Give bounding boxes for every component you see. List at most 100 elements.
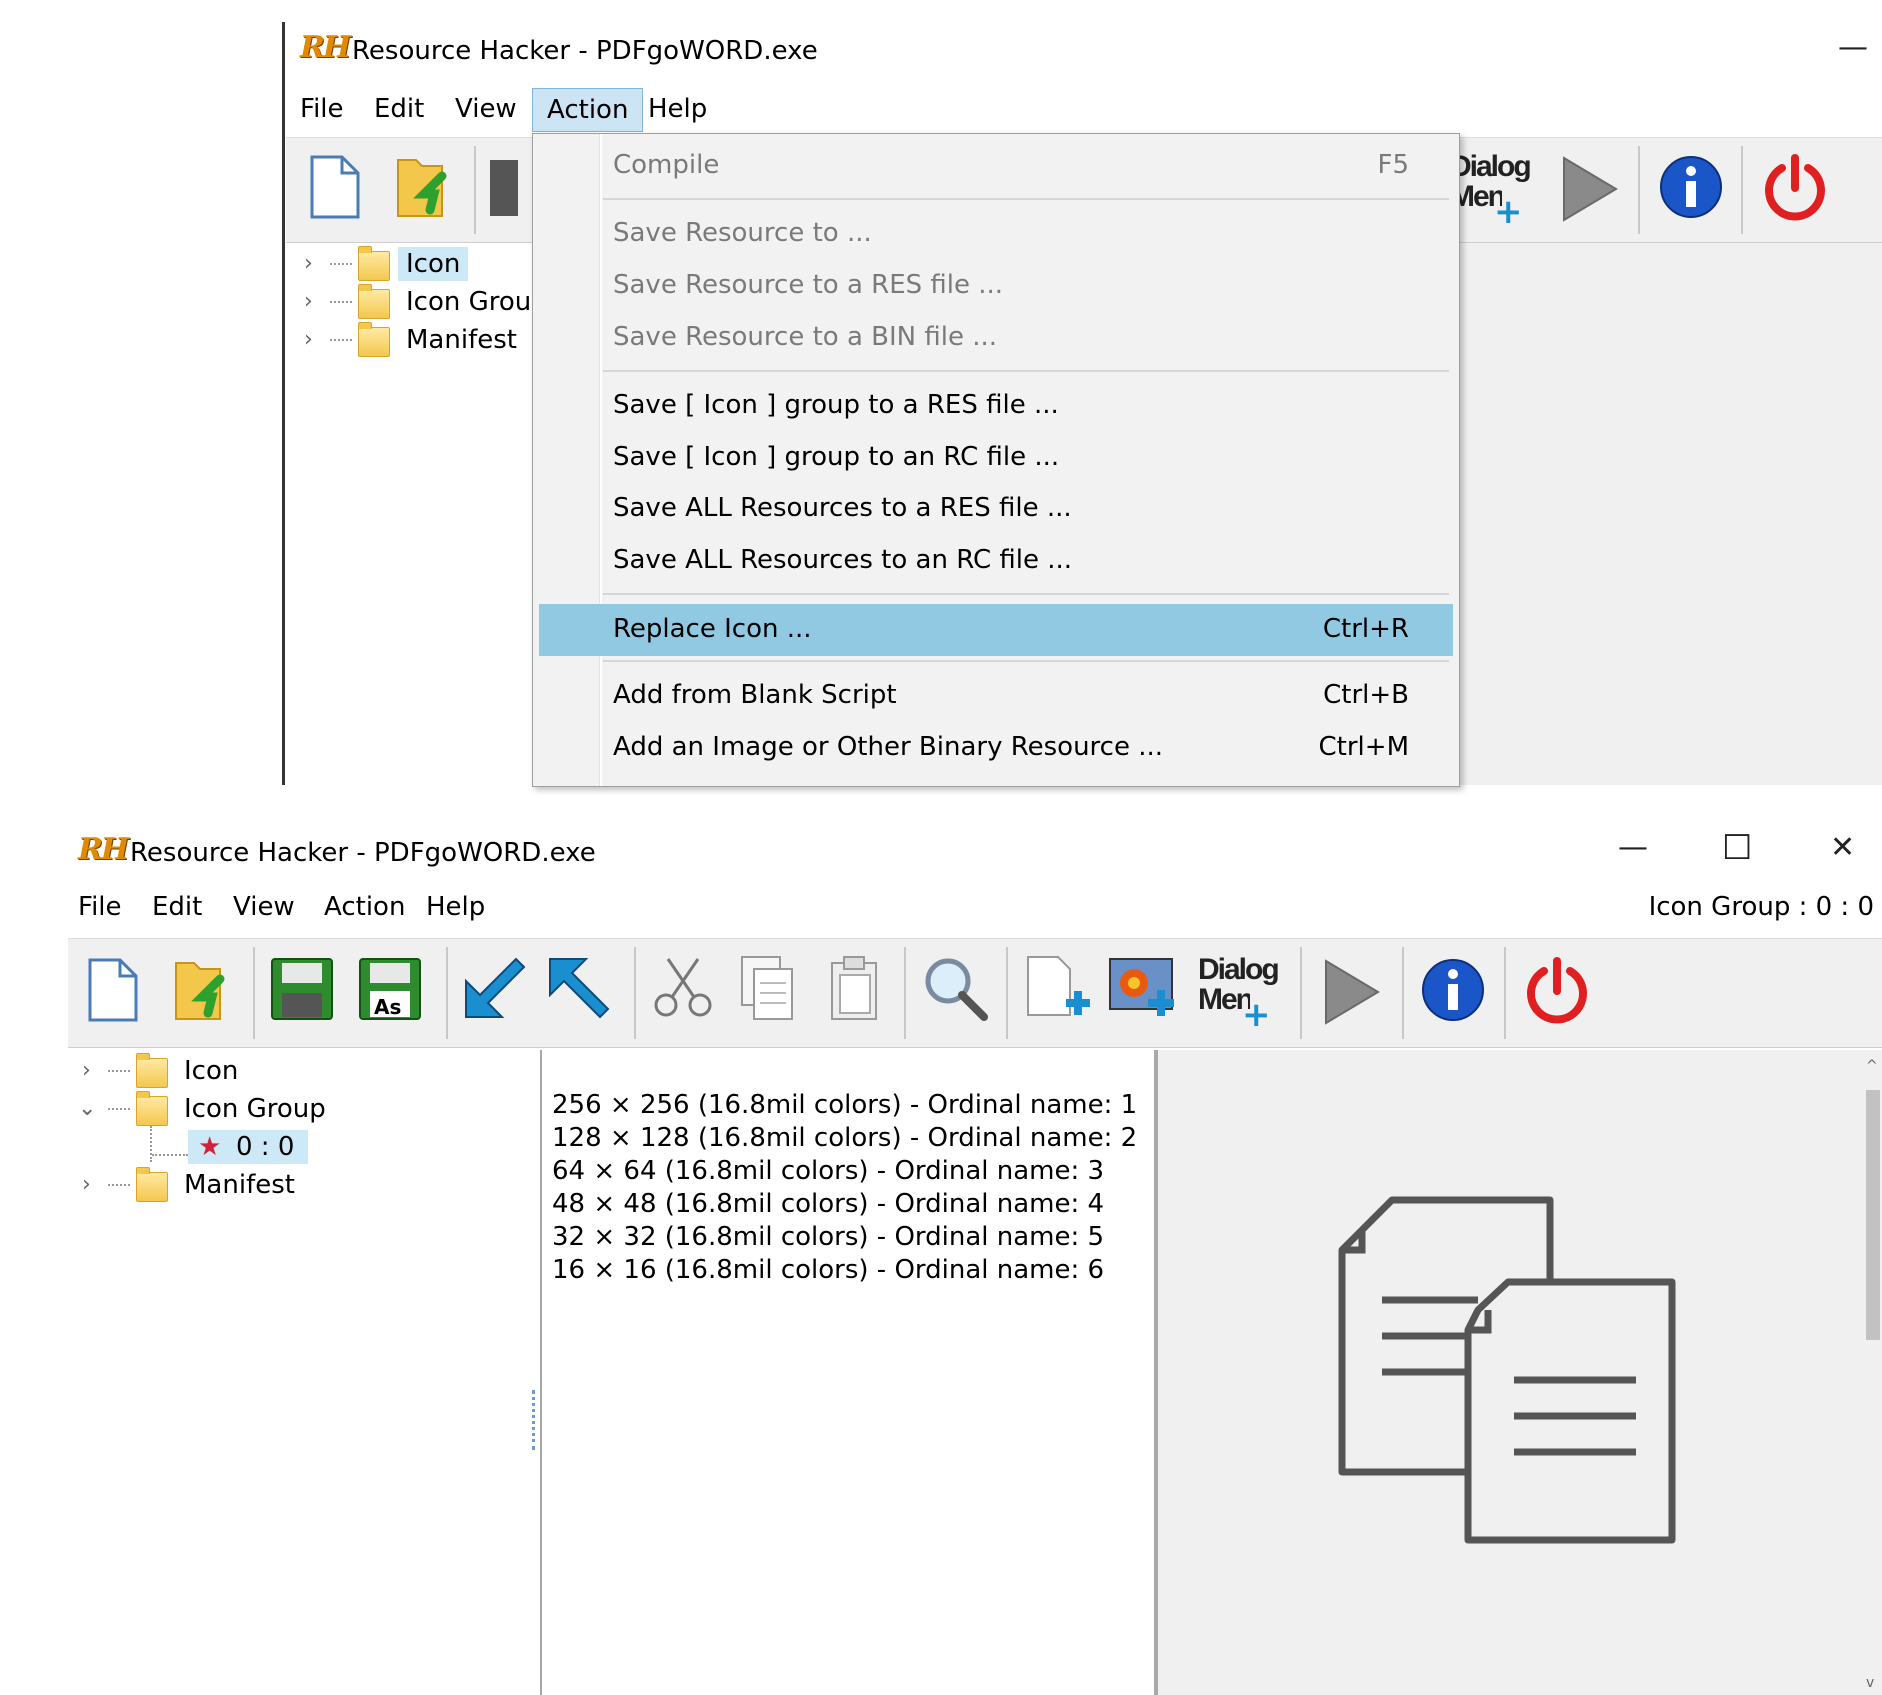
toolbar-separator: [1006, 947, 1008, 1039]
splitter-handle[interactable]: [532, 1390, 539, 1450]
tree-item-icon-group[interactable]: › Icon Grou: [286, 284, 536, 319]
save-button[interactable]: [270, 957, 334, 1025]
compile-button[interactable]: [462, 955, 528, 1025]
tree-item-manifest[interactable]: › Manifest: [286, 322, 536, 357]
menu-view[interactable]: View: [441, 88, 531, 130]
list-item[interactable]: 16 × 16 (16.8mil colors) - Ordinal name:…: [552, 1255, 1104, 1285]
tree-connector: [108, 1184, 130, 1186]
save-icon: [490, 160, 530, 216]
minimize-button[interactable]: —: [1838, 30, 1868, 65]
tree-item-manifest[interactable]: › Manifest: [68, 1167, 528, 1202]
scroll-down-arrow-icon[interactable]: v: [1866, 1675, 1874, 1691]
list-item[interactable]: 128 × 128 (16.8mil colors) - Ordinal nam…: [552, 1123, 1137, 1153]
toolbar-separator: [446, 947, 448, 1039]
tree-item-icon-group[interactable]: ⌄ Icon Group: [68, 1091, 528, 1126]
find-button[interactable]: [920, 953, 990, 1027]
new-resource-icon: [1027, 956, 1090, 1016]
exit-button[interactable]: [1760, 152, 1830, 226]
editor-area: [1458, 243, 1882, 785]
list-item[interactable]: 32 × 32 (16.8mil colors) - Ordinal name:…: [552, 1222, 1104, 1252]
menu-item-add-binary-resource[interactable]: Add an Image or Other Binary Resource ..…: [533, 724, 1459, 772]
info-icon: [1660, 156, 1722, 218]
plus-icon: +: [1494, 192, 1523, 232]
open-folder-icon: [175, 962, 225, 1020]
add-dialog-menu-button[interactable]: Dialog Menu +: [1198, 955, 1280, 1036]
chevron-right-icon: ›: [304, 327, 313, 352]
minimize-button[interactable]: —: [1618, 830, 1648, 865]
menu-item-save-group-res[interactable]: Save [ Icon ] group to a RES file ...: [533, 382, 1459, 430]
chevron-right-icon: ›: [304, 251, 313, 276]
paste-button[interactable]: [824, 953, 884, 1027]
import-button[interactable]: [546, 955, 612, 1025]
save-as-button[interactable]: As: [358, 957, 422, 1025]
menu-separator: [603, 593, 1449, 595]
open-file-button[interactable]: [394, 150, 454, 226]
copy-button[interactable]: [738, 953, 798, 1027]
menu-help[interactable]: Help: [634, 88, 721, 130]
menu-item-save-all-res[interactable]: Save ALL Resources to a RES file ...: [533, 485, 1459, 533]
open-folder-icon: [397, 159, 447, 217]
list-item[interactable]: 48 × 48 (16.8mil colors) - Ordinal name:…: [552, 1189, 1104, 1219]
toolbar-separator: [634, 947, 636, 1039]
open-file-button[interactable]: [172, 953, 232, 1029]
tree-item-icon[interactable]: › Icon: [68, 1053, 528, 1088]
save-button[interactable]: [488, 156, 530, 224]
cut-button[interactable]: [650, 955, 716, 1025]
scrollbar-thumb[interactable]: [1866, 1090, 1880, 1340]
tree-item-icon[interactable]: › Icon: [286, 246, 536, 281]
menu-item-save-resource-bin[interactable]: Save Resource to a BIN file ...: [533, 314, 1459, 362]
new-file-button[interactable]: [306, 154, 362, 224]
add-image-button[interactable]: [1108, 953, 1182, 1029]
tree-connector: [108, 1070, 130, 1072]
exit-button[interactable]: [1522, 955, 1592, 1029]
window-left-border: [282, 22, 285, 785]
menu-item-replace-icon[interactable]: Replace Icon ... Ctrl+R: [539, 604, 1453, 656]
menu-file[interactable]: File: [286, 88, 358, 130]
menu-item-save-all-rc[interactable]: Save ALL Resources to an RC file ...: [533, 537, 1459, 585]
about-button[interactable]: [1658, 154, 1724, 224]
list-item[interactable]: 256 × 256 (16.8mil colors) - Ordinal nam…: [552, 1090, 1137, 1120]
tree-item-0-0[interactable]: ★ 0 : 0: [68, 1130, 528, 1164]
maximize-button[interactable]: ☐: [1722, 828, 1752, 868]
menu-item-save-resource[interactable]: Save Resource to ...: [533, 210, 1459, 258]
tree-item-label: Icon Grou: [406, 287, 532, 317]
add-blank-resource-button[interactable]: [1022, 953, 1092, 1029]
menu-help[interactable]: Help: [412, 886, 499, 928]
plus-icon: +: [1242, 995, 1271, 1035]
toolbar-separator: [1300, 947, 1302, 1039]
menu-view[interactable]: View: [219, 886, 309, 928]
menu-item-save-resource-res[interactable]: Save Resource to a RES file ...: [533, 262, 1459, 310]
app-logo: RH: [300, 30, 351, 65]
tree-connector: [330, 339, 352, 341]
toolbar-separator: [474, 146, 476, 234]
list-item[interactable]: 64 × 64 (16.8mil colors) - Ordinal name:…: [552, 1156, 1104, 1186]
menu-file[interactable]: File: [64, 886, 136, 928]
menubar: File Edit View Action Help: [286, 88, 1882, 132]
menu-action[interactable]: Action: [310, 886, 419, 928]
new-file-icon: [310, 155, 360, 219]
menu-item-compile[interactable]: Compile F5: [533, 142, 1459, 190]
icon-preview-pane: ^ v: [1156, 1050, 1882, 1695]
menu-item-add-blank-script[interactable]: Add from Blank Script Ctrl+B: [533, 672, 1459, 720]
action-dropdown-menu: Compile F5 Save Resource to ... Save Reso…: [532, 133, 1460, 787]
about-button[interactable]: [1420, 957, 1486, 1027]
close-button[interactable]: ✕: [1830, 830, 1855, 865]
run-script-button[interactable]: [1556, 154, 1622, 228]
toolbar-separator: [1638, 146, 1640, 234]
tree-item-label: 0 : 0: [236, 1132, 295, 1162]
menu-action[interactable]: Action: [532, 88, 644, 132]
play-icon: [1325, 959, 1380, 1025]
scissors-icon: [654, 958, 712, 1017]
menu-edit[interactable]: Edit: [138, 886, 216, 928]
chevron-right-icon: ›: [82, 1172, 91, 1197]
new-file-button[interactable]: [84, 957, 140, 1027]
toolbar-separator: [1504, 947, 1506, 1039]
run-script-button[interactable]: [1318, 957, 1384, 1031]
vertical-scrollbar[interactable]: ^ v: [1862, 1050, 1882, 1695]
scroll-up-arrow-icon[interactable]: ^: [1866, 1058, 1878, 1074]
resource-tree: › Icon ⌄ Icon Group ★ 0 : 0 › Manifest: [68, 1050, 536, 1695]
menu-edit[interactable]: Edit: [360, 88, 438, 130]
add-dialog-menu-button[interactable]: Dialog Menu +: [1450, 152, 1532, 233]
chevron-right-icon: ›: [82, 1058, 91, 1083]
menu-item-save-group-rc[interactable]: Save [ Icon ] group to an RC file ...: [533, 434, 1459, 482]
